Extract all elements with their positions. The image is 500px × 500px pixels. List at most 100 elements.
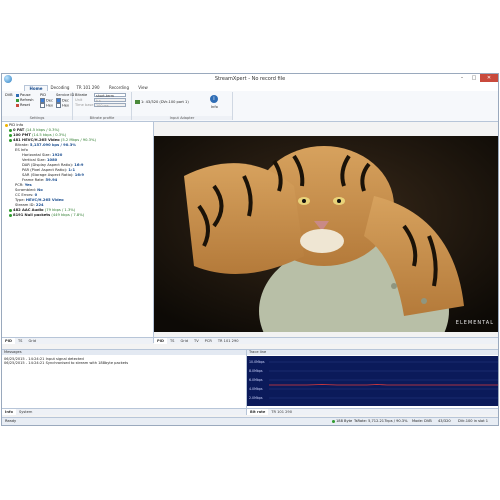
tree-row-label: Bitrate:	[15, 143, 29, 147]
info-icon[interactable]: i	[210, 95, 218, 103]
input-adapter-group: 1: 43/320 (DVr-100 port 1) i Info Input …	[132, 92, 233, 120]
pause-button[interactable]: Pause	[16, 93, 31, 97]
close-icon[interactable]: ✕	[480, 74, 498, 82]
settings-group-label: Settings	[2, 116, 72, 120]
tab-video-grid[interactable]: Grid	[177, 338, 191, 344]
maximize-icon[interactable]: □	[468, 74, 480, 82]
left-panel-tabs: PID TS Grid	[2, 337, 153, 344]
tree-row-label: PAR (Pixel Aspect Ratio):	[22, 168, 68, 172]
tree-row-detail: HEVC/H.265 Video	[25, 198, 64, 202]
tree-row-detail: 1080	[46, 158, 58, 162]
trace-ylabel: 10.0Mbps	[249, 360, 265, 364]
tree-row-label: 482 AAC Audio	[13, 208, 44, 212]
tab-trace-tr101290[interactable]: TR 101 290	[268, 409, 295, 415]
ribbon: DVB Pause Refresh Reset PID Dec Hex Serv…	[2, 91, 498, 122]
tab-video-tr101290[interactable]: TR 101 290	[215, 338, 242, 344]
status-bar: Ready 188 Byte TsRate: 5,712.217kps / 90…	[2, 417, 498, 425]
folder-icon	[5, 123, 8, 127]
refresh-button[interactable]: Refresh	[16, 98, 34, 102]
tree-row-label: Stream ID:	[15, 203, 35, 207]
tab-video-pid[interactable]: PID	[154, 338, 167, 344]
tab-system[interactable]: System	[16, 409, 35, 415]
adapter-item[interactable]: 1: 43/320 (DVr-100 port 1)	[135, 100, 189, 104]
refresh-icon	[16, 98, 19, 102]
tab-ts[interactable]: TS	[15, 338, 25, 344]
tree-row-detail: (5.2 Mbps / 90.3%)	[60, 138, 96, 142]
tree-row-label: CC Errors:	[15, 193, 34, 197]
status-packets-label: 188 Byte	[336, 419, 353, 423]
trace-ylabel: 2.0Mbps	[249, 396, 263, 400]
pid-hex-checkbox[interactable]: Hex	[40, 103, 53, 108]
info-label: Info	[211, 105, 218, 109]
pid-status-icon	[9, 213, 12, 217]
status-port: DVr-100 in slot 1	[458, 419, 489, 423]
tree-row-label: DAR (Display Aspect Ratio):	[22, 163, 74, 167]
status-totals: TsRate: 5,712.217kps / 90.3%	[354, 419, 408, 423]
messages-header: Messages	[2, 350, 246, 355]
window-title: StreamXpert - No record file	[214, 76, 286, 82]
tree-row-detail: 59.94	[45, 178, 58, 182]
status-mode: Mode: DVB	[412, 419, 432, 423]
tree-row-label: Horizontal Size:	[22, 153, 51, 157]
message-line: 06/25/2015 - 14:24:21 Synchronised to st…	[4, 361, 129, 365]
tree-row-label: Frame Rate:	[22, 178, 45, 182]
tab-pid[interactable]: PID	[2, 338, 15, 344]
reset-button[interactable]: Reset	[16, 103, 30, 107]
messages-tabs: Info System	[2, 408, 246, 415]
app-window: StreamXpert - No record file – □ ✕ Home …	[1, 73, 499, 426]
tree-row-detail: (14.5 kbps / 0.3%)	[32, 133, 67, 137]
pid-status-icon	[9, 138, 12, 142]
tree-row-detail: 16:9	[74, 173, 84, 177]
tab-video-pcr[interactable]: PCR	[202, 338, 215, 344]
window-controls: – □ ✕	[456, 74, 498, 82]
unit-label: Unit	[75, 98, 83, 102]
tab-grid[interactable]: Grid	[25, 338, 39, 344]
adapter-card-icon	[135, 100, 140, 104]
time-base-select[interactable]: 100 ms	[94, 103, 126, 108]
signal-ok-icon	[332, 419, 335, 423]
sid-hex-checkbox[interactable]: Hex	[56, 103, 69, 108]
reset-icon	[16, 103, 19, 107]
tree-root-label: PID Info	[9, 123, 24, 127]
settings-group: DVB Pause Refresh Reset PID Dec Hex Serv…	[2, 92, 75, 120]
tree-row-label: PCR:	[15, 183, 24, 187]
tree-row-label: 481 HEVC/H.265 Video	[13, 138, 60, 142]
video-watermark: ELEMENTAL	[455, 320, 494, 326]
sid-dec-label: Dec	[62, 98, 69, 103]
title-bar: StreamXpert - No record file – □ ✕	[2, 74, 498, 84]
bitrate-label: Bitrate	[75, 93, 88, 97]
trace-ylabel: 4.0Mbps	[249, 387, 263, 391]
tree-row-label: Type:	[15, 198, 25, 202]
minimize-icon[interactable]: –	[456, 74, 468, 82]
refresh-label: Refresh	[20, 98, 34, 102]
video-preview: ELEMENTAL	[154, 136, 498, 332]
tree-row-detail: 224	[35, 203, 44, 207]
tab-video-ts[interactable]: TS	[167, 338, 177, 344]
bitrate-select[interactable]: short-term	[94, 93, 126, 98]
service-id-label: Service ID	[56, 93, 75, 97]
status-adapter: 43/320	[438, 419, 451, 423]
trace-tabs: Bit rate TR 101 290	[247, 408, 498, 415]
reset-label: Reset	[20, 103, 31, 107]
unit-select[interactable]: k s	[94, 98, 126, 103]
tree-row-detail: No	[37, 188, 43, 192]
tree-row-detail: 1:1	[68, 168, 76, 172]
bitrate-profile-label: Bitrate profile	[73, 116, 131, 120]
tree-row-detail: 0	[34, 193, 38, 197]
pid-hex-label: Hex	[46, 103, 53, 108]
pid-status-icon	[9, 208, 12, 212]
bitrate-graph	[247, 356, 498, 406]
tree-row-detail: 5,157.090 kps / 90.3%	[29, 143, 76, 147]
tab-info[interactable]: Info	[2, 409, 16, 415]
tree-row[interactable]: 8191 Null packets (449 kbps / 7.8%)	[9, 213, 84, 218]
trace-panel: Trace line 10.0Mbps 8.0Mbps 6.0Mbps 4.0M…	[247, 349, 498, 415]
tab-video-tv[interactable]: TV	[191, 338, 202, 344]
pause-label: Pause	[20, 93, 31, 97]
bitrate-profile-group: Bitrate short-term Unit k s Time base 10…	[73, 92, 132, 120]
pid-status-icon	[9, 128, 12, 132]
tree-row-detail: (14.5 kbps / 0.3%)	[25, 128, 60, 132]
trace-ylabel: 8.0Mbps	[249, 369, 263, 373]
tree-row-label: 8191 Null packets	[13, 213, 51, 217]
tab-bitrate[interactable]: Bit rate	[247, 409, 269, 415]
tree-row-label: 100 PMT	[13, 133, 31, 137]
